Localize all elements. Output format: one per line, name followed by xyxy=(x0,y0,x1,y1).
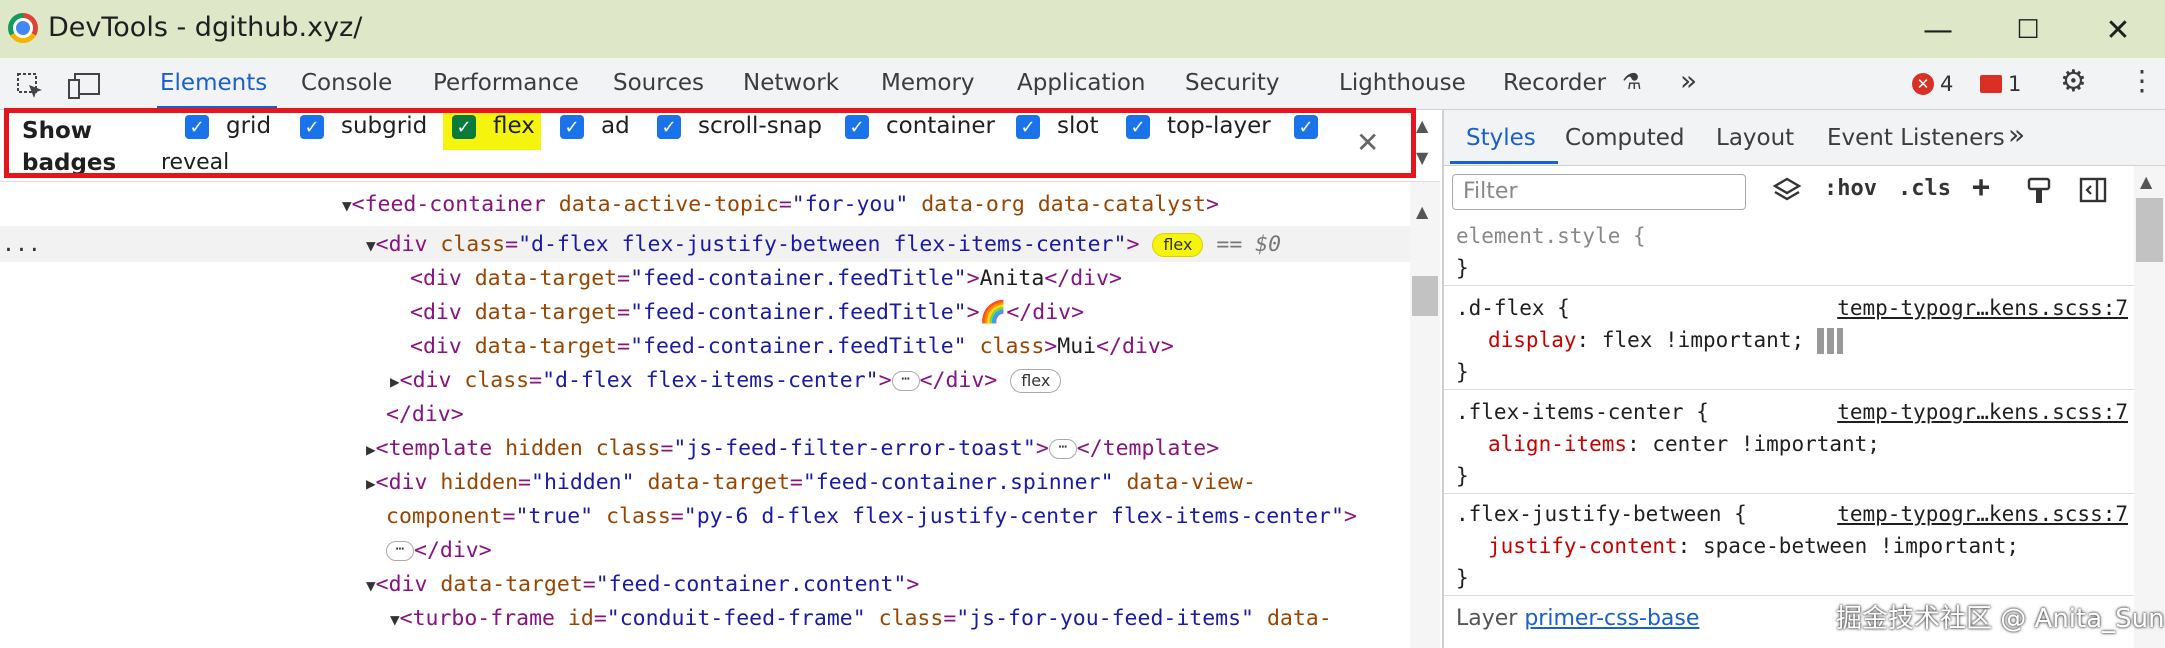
tab-lighthouse[interactable]: Lighthouse xyxy=(1339,70,1466,96)
flexbox-editor-icon[interactable] xyxy=(1816,328,1843,354)
minimize-button[interactable]: — xyxy=(1908,8,1968,52)
row-options-dots[interactable]: ... xyxy=(2,228,41,262)
chrome-logo-icon xyxy=(8,13,38,43)
style-rule[interactable]: element.style { } xyxy=(1444,218,2134,286)
dom-node[interactable]: ▶<div class="d-flex flex-items-center"> ⋯… xyxy=(390,364,1062,398)
window-title: DevTools - dgithub.xyz/ xyxy=(48,12,363,43)
dom-node[interactable]: ▶<div hidden="hidden" data-target="feed-… xyxy=(366,466,1256,500)
device-toolbar-icon[interactable] xyxy=(66,70,102,102)
dom-node-selected[interactable]: ▼<div class="d-flex flex-justify-between… xyxy=(366,228,1281,262)
dom-node[interactable]: ▼<div data-target="feed-container.conten… xyxy=(366,568,919,602)
layer-label: Layer primer-css-base xyxy=(1456,606,1700,631)
issue-icon xyxy=(1980,75,2002,93)
dom-node[interactable]: ▼<turbo-frame id="conduit-feed-frame" cl… xyxy=(390,602,1332,636)
rule-source-link[interactable]: temp-typogr…kens.scss:7 xyxy=(1837,292,2128,324)
expand-arrow-icon[interactable]: ▼ xyxy=(366,236,376,255)
hover-state-toggle[interactable]: :hov xyxy=(1824,176,1877,201)
tab-layout[interactable]: Layout xyxy=(1716,125,1794,151)
scroll-up-arrow-icon[interactable]: ▲ xyxy=(2140,172,2152,191)
dom-node[interactable]: ▼<feed-container data-active-topic="for-… xyxy=(342,188,1219,222)
style-rule[interactable]: .d-flex { temp-typogr…kens.scss:7 displa… xyxy=(1444,290,2134,390)
issue-count[interactable]: 1 xyxy=(1980,72,2021,96)
expand-arrow-icon[interactable]: ▼ xyxy=(342,196,352,215)
tab-styles[interactable]: Styles xyxy=(1466,125,1536,151)
collapsed-content-button[interactable]: ⋯ xyxy=(891,371,920,391)
tab-recorder[interactable]: Recorder xyxy=(1503,70,1606,96)
dom-node[interactable]: <div data-target="feed-container.feedTit… xyxy=(410,330,1174,364)
new-rule-plus-icon[interactable]: + xyxy=(1972,170,1990,205)
scroll-up-arrow-icon[interactable]: ▲ xyxy=(1416,202,1428,221)
styles-tab-bar xyxy=(1444,110,2165,166)
console-ref: == $0 xyxy=(1216,232,1282,257)
dom-node[interactable]: <div data-target="feed-container.feedTit… xyxy=(410,262,1122,296)
error-icon: ✕ xyxy=(1912,73,1934,95)
dom-node-continued[interactable]: ⋯ </div> xyxy=(386,534,492,568)
tab-elements[interactable]: Elements xyxy=(160,70,267,96)
styles-scrollbar-thumb[interactable] xyxy=(2136,198,2163,262)
style-rule[interactable]: .flex-justify-between { temp-typogr…kens… xyxy=(1444,496,2134,596)
watermark: 掘金技术社区 @ Anita_Sun xyxy=(1836,604,2165,634)
active-styles-tab-indicator xyxy=(1450,161,1558,164)
error-count[interactable]: ✕ 4 xyxy=(1912,72,1953,96)
expand-arrow-icon[interactable]: ▶ xyxy=(366,440,376,459)
dom-node[interactable]: <div data-target="feed-container.feedTit… xyxy=(410,296,1084,330)
flex-badge[interactable]: flex xyxy=(1152,233,1204,257)
expand-arrow-icon[interactable]: ▶ xyxy=(390,372,400,391)
styles-filter-input[interactable]: Filter xyxy=(1452,174,1746,210)
dom-node-continued[interactable]: component="true" class="py-6 d-flex flex… xyxy=(386,500,1357,534)
more-tabs-button[interactable]: » xyxy=(1680,64,1697,97)
tab-console[interactable]: Console xyxy=(301,70,392,96)
toggle-sidebar-icon[interactable] xyxy=(2078,176,2108,210)
tab-memory[interactable]: Memory xyxy=(881,70,975,96)
scroll-down-arrow-icon[interactable]: ▼ xyxy=(1416,148,1428,167)
expand-arrow-icon[interactable]: ▼ xyxy=(366,576,376,595)
dom-node[interactable]: </div> xyxy=(386,398,464,432)
more-styles-tabs-button[interactable]: » xyxy=(2008,118,2025,151)
more-menu-icon[interactable]: ⋮ xyxy=(2128,64,2156,97)
expand-arrow-icon[interactable]: ▼ xyxy=(390,610,400,629)
tab-event-listeners[interactable]: Event Listeners xyxy=(1827,125,2005,151)
maximize-button[interactable]: ☐ xyxy=(1998,8,2058,52)
dom-tree-panel: ... ▼<feed-container data-active-topic="… xyxy=(0,182,1420,648)
settings-gear-icon[interactable]: ⚙ xyxy=(2060,64,2087,99)
expand-arrow-icon[interactable]: ▶ xyxy=(366,474,376,493)
scroll-up-arrow-icon[interactable]: ▲ xyxy=(1416,116,1428,135)
tab-computed[interactable]: Computed xyxy=(1565,125,1684,151)
flask-icon: ⚗ xyxy=(1622,70,1642,95)
paint-icon[interactable] xyxy=(2026,176,2052,212)
rule-source-link[interactable]: temp-typogr…kens.scss:7 xyxy=(1837,498,2128,530)
collapsed-content-button[interactable]: ⋯ xyxy=(1048,439,1077,459)
collapsed-content-button[interactable]: ⋯ xyxy=(386,541,414,561)
tab-network[interactable]: Network xyxy=(743,70,839,96)
class-toggle[interactable]: .cls xyxy=(1898,176,1951,201)
tab-performance[interactable]: Performance xyxy=(433,70,579,96)
annotation-red-box xyxy=(4,108,1416,178)
dom-node[interactable]: ▶<template hidden class="js-feed-filter-… xyxy=(366,432,1219,466)
tab-sources[interactable]: Sources xyxy=(613,70,704,96)
tab-security[interactable]: Security xyxy=(1185,70,1279,96)
dom-scrollbar-thumb[interactable] xyxy=(1412,276,1438,316)
close-window-button[interactable]: ✕ xyxy=(2088,8,2148,52)
inspect-icon[interactable] xyxy=(12,70,48,102)
flex-badge[interactable]: flex xyxy=(1010,369,1062,393)
rule-source-link[interactable]: temp-typogr…kens.scss:7 xyxy=(1837,396,2128,428)
layers-icon[interactable] xyxy=(1772,176,1802,210)
dom-scrollbar[interactable] xyxy=(1410,182,1440,648)
layer-link[interactable]: primer-css-base xyxy=(1524,606,1699,631)
style-rule[interactable]: .flex-items-center { temp-typogr…kens.sc… xyxy=(1444,394,2134,494)
tab-application[interactable]: Application xyxy=(1017,70,1146,96)
